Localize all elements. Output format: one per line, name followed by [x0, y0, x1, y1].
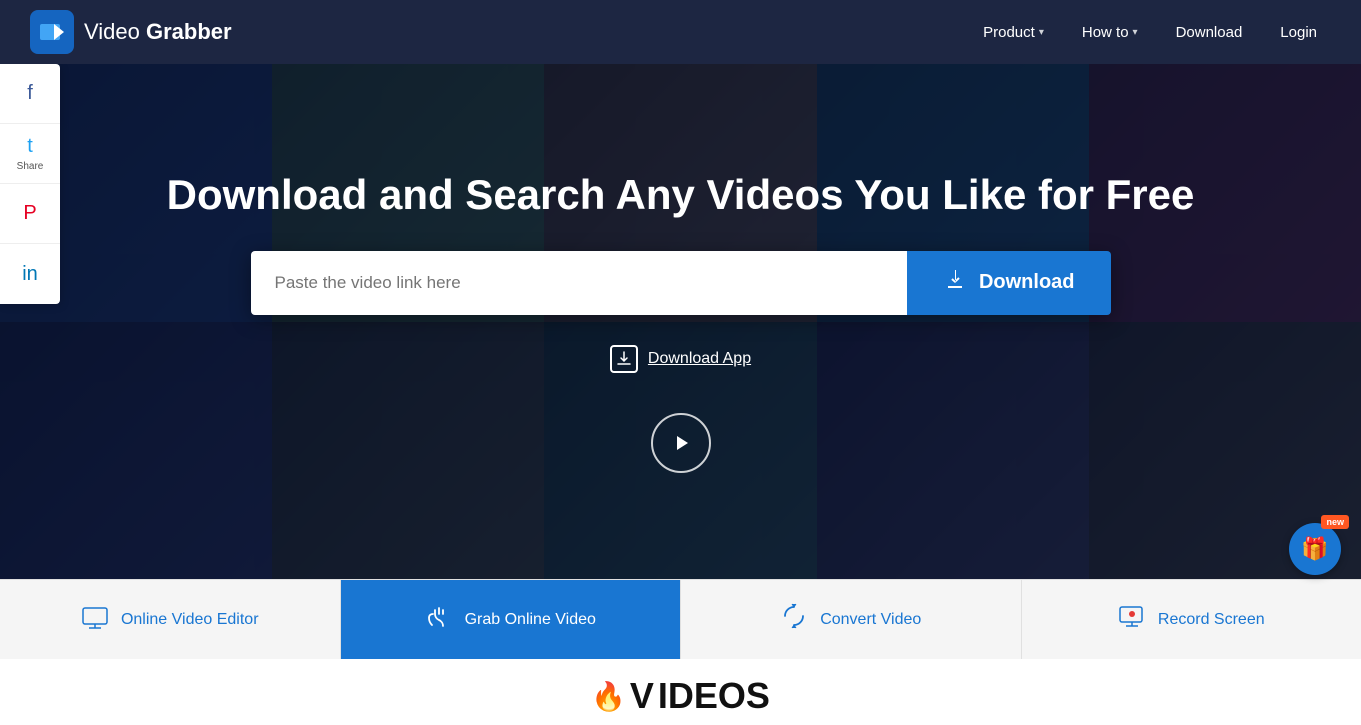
- pinterest-icon: P: [23, 202, 36, 225]
- record-icon: [1118, 602, 1146, 637]
- product-chevron-icon: ▾: [1039, 27, 1044, 38]
- videos-label-v: V: [630, 675, 654, 717]
- login-button[interactable]: Login: [1266, 16, 1331, 49]
- hero-content: Download and Search Any Videos You Like …: [0, 170, 1361, 472]
- logo-text: Video Grabber: [84, 19, 232, 45]
- download-app-icon: [610, 345, 638, 373]
- tab-video-editor-label: Online Video Editor: [121, 611, 259, 629]
- tab-grab-label: Grab Online Video: [465, 611, 596, 629]
- twitter-icon: t: [27, 135, 33, 158]
- play-video-button[interactable]: [651, 413, 711, 473]
- share-label: Share: [17, 161, 44, 172]
- product-menu[interactable]: Product ▾: [969, 16, 1058, 49]
- logo-link[interactable]: Video Grabber: [30, 10, 232, 54]
- logo-icon: [30, 10, 74, 54]
- navbar: Video Grabber Product ▾ How to ▾ Downloa…: [0, 0, 1361, 64]
- videos-flame-icon: 🔥: [591, 680, 626, 713]
- search-bar: Download: [251, 251, 1111, 315]
- facebook-share-button[interactable]: f: [0, 64, 60, 124]
- twitter-share-button[interactable]: t Share: [0, 124, 60, 184]
- tab-online-video-editor[interactable]: Online Video Editor: [0, 580, 341, 659]
- videos-logo: 🔥 V IDEOS: [0, 675, 1361, 717]
- convert-icon: [780, 602, 808, 637]
- hero-section: Download and Search Any Videos You Like …: [0, 64, 1361, 579]
- download-app-link[interactable]: Download App: [610, 345, 751, 373]
- howto-menu[interactable]: How to ▾: [1068, 16, 1152, 49]
- pinterest-share-button[interactable]: P: [0, 184, 60, 244]
- video-url-input[interactable]: [251, 251, 907, 315]
- howto-chevron-icon: ▾: [1133, 27, 1138, 38]
- linkedin-icon: in: [22, 263, 38, 286]
- tab-convert-video[interactable]: Convert Video: [681, 580, 1022, 659]
- social-sidebar: f t Share P in: [0, 64, 60, 304]
- download-icon: [943, 268, 967, 298]
- videos-section: 🔥 V IDEOS: [0, 659, 1361, 725]
- navbar-menu: Product ▾ How to ▾ Download Login: [969, 16, 1331, 49]
- video-editor-icon: [81, 602, 109, 637]
- grab-icon: [425, 602, 453, 637]
- gift-icon: 🎁: [1301, 536, 1328, 562]
- tab-convert-label: Convert Video: [820, 611, 921, 629]
- tab-grab-online-video[interactable]: Grab Online Video: [341, 580, 682, 659]
- download-link[interactable]: Download: [1162, 16, 1257, 49]
- facebook-icon: f: [27, 82, 33, 105]
- gift-badge[interactable]: 🎁 new: [1289, 523, 1341, 575]
- hero-title: Download and Search Any Videos You Like …: [167, 170, 1195, 220]
- videos-label-rest: IDEOS: [658, 675, 770, 717]
- tab-record-screen[interactable]: Record Screen: [1022, 580, 1361, 659]
- new-label: new: [1321, 515, 1349, 529]
- tab-record-label: Record Screen: [1158, 611, 1265, 629]
- linkedin-share-button[interactable]: in: [0, 244, 60, 304]
- download-button[interactable]: Download: [907, 251, 1111, 315]
- bottom-tabs: Online Video Editor Grab Online Video Co…: [0, 579, 1361, 659]
